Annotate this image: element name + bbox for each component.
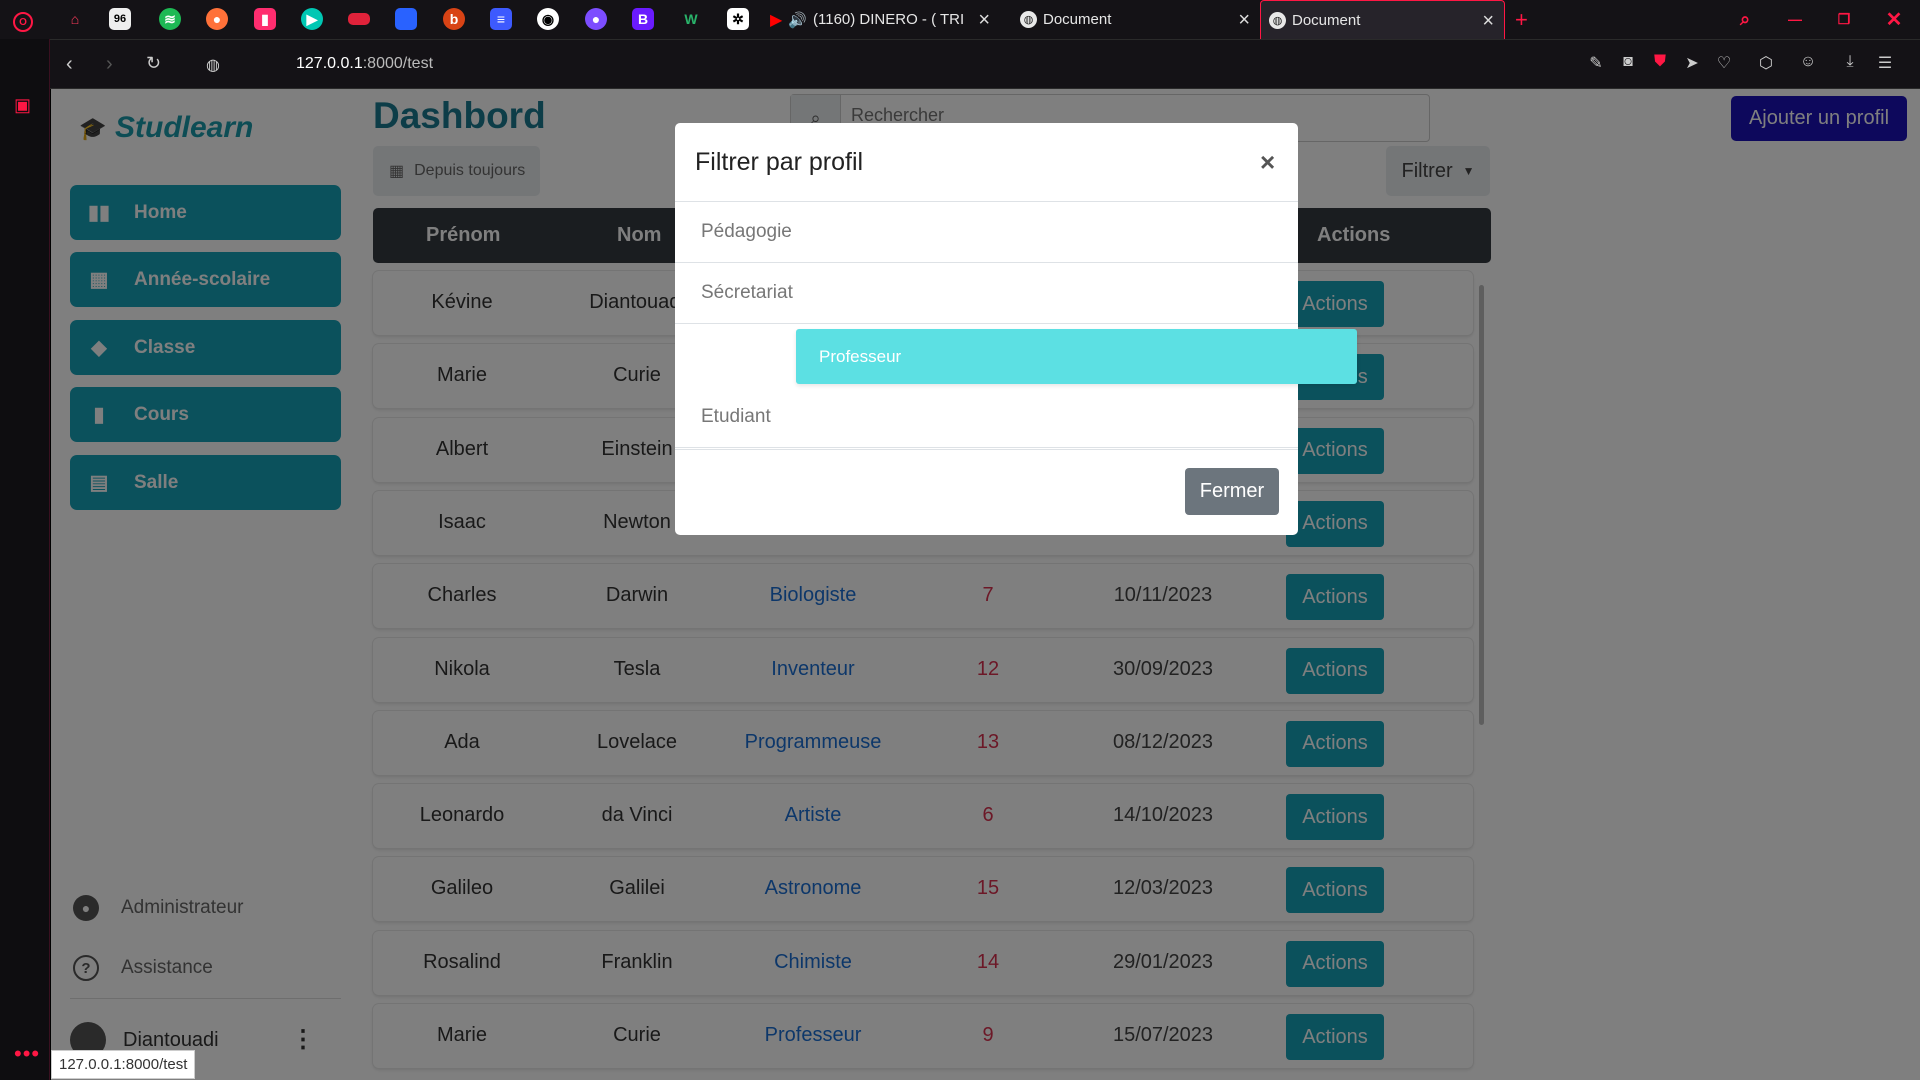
account-icon[interactable]: ☺	[1798, 53, 1818, 73]
tab-title: (1160) DINERO - ( TRI	[813, 11, 965, 28]
blue-icon[interactable]	[395, 8, 417, 30]
search-icon[interactable]: ⌕	[1734, 8, 1756, 30]
purple-circle-icon[interactable]: ●	[585, 8, 607, 30]
forward-icon[interactable]: ›	[106, 53, 113, 76]
gamepad-icon[interactable]: ⌂	[64, 8, 86, 30]
filter-modal: Filtrer par profil × Pédagogie Sécretari…	[675, 123, 1357, 535]
globe-icon: ◍	[1269, 11, 1286, 29]
browser-sidebar: ▣ •••	[0, 39, 50, 1080]
flag-icon[interactable]	[348, 13, 370, 25]
spotify-icon[interactable]: ≋	[159, 8, 181, 30]
browser-titlebar: O ⌂ 96 ≋ ● ▮ ▶ b ≡ ◉ ● B W ✲ ▶ 🔊 (1160) …	[0, 0, 1920, 39]
b-icon[interactable]: B	[632, 8, 654, 30]
close-icon[interactable]: ×	[1260, 147, 1275, 178]
chatgpt-icon[interactable]: ✲	[727, 8, 749, 30]
url-host: 127.0.0.1	[296, 55, 363, 72]
tab-title: Document	[1292, 11, 1361, 29]
filter-option-professeur[interactable]: Professeur	[796, 329, 1357, 384]
tab-youtube[interactable]: ▶ 🔊 (1160) DINERO - ( TRI ×	[770, 0, 1000, 39]
send-icon[interactable]: ➤	[1682, 53, 1702, 73]
firefox-icon[interactable]: ●	[206, 8, 228, 30]
download-icon[interactable]: ⤓	[1840, 53, 1860, 73]
close-tab-icon[interactable]: ×	[1238, 9, 1250, 32]
menu-icon[interactable]: ☰	[1875, 53, 1895, 73]
filter-option-etudiant[interactable]: Etudiant	[675, 387, 1298, 448]
camera-icon[interactable]: ◙	[1618, 53, 1638, 73]
more-icon[interactable]: •••	[14, 1041, 40, 1067]
filter-option-pedagogie[interactable]: Pédagogie	[675, 202, 1298, 263]
heart-icon[interactable]: ♡	[1714, 53, 1734, 73]
address-bar: ‹ › ↻ ◍ 127.0.0.1:8000/test ✎ ◙ ⛊ ➤ ♡ ⬡ …	[50, 39, 1920, 89]
youtube-icon: ▶	[770, 11, 783, 29]
opera-logo-icon[interactable]: O	[13, 12, 33, 32]
shield-icon[interactable]: ⛊	[1650, 53, 1670, 73]
github-icon[interactable]: ◉	[537, 8, 559, 30]
edit-icon[interactable]: ✎	[1586, 53, 1606, 73]
gradient-icon[interactable]: ≡	[490, 8, 512, 30]
pink-icon[interactable]: ▮	[254, 8, 276, 30]
close-modal-button[interactable]: Fermer	[1185, 468, 1279, 515]
tab-title: Document	[1043, 11, 1112, 28]
tab-document-1[interactable]: ◍ Document ×	[1020, 0, 1260, 39]
cube-icon[interactable]: ⬡	[1756, 53, 1776, 73]
bag-icon[interactable]: ▣	[14, 95, 31, 116]
tab-document-active[interactable]: ◍ Document ×	[1260, 0, 1505, 39]
modal-title: Filtrer par profil	[695, 148, 864, 176]
globe-icon: ◍	[1020, 11, 1037, 28]
modal-footer-divider	[675, 449, 1298, 450]
bottle-icon[interactable]: b	[443, 8, 465, 30]
close-window-icon[interactable]: ✕	[1883, 8, 1905, 31]
96-icon[interactable]: 96	[109, 8, 131, 30]
close-tab-icon[interactable]: ×	[1482, 10, 1494, 33]
site-info-icon[interactable]: ◍	[206, 55, 220, 75]
speaker-icon[interactable]: 🔊	[788, 11, 807, 29]
play-icon[interactable]: ▶	[301, 8, 323, 30]
reload-icon[interactable]: ↻	[146, 53, 161, 74]
filter-option-secretariat[interactable]: Sécretariat	[675, 263, 1298, 324]
new-tab-button[interactable]: +	[1515, 0, 1528, 39]
w-icon[interactable]: W	[680, 8, 702, 30]
url-path: :8000/test	[362, 55, 434, 72]
restore-icon[interactable]: ❐	[1833, 8, 1855, 30]
minimize-icon[interactable]: —	[1784, 8, 1806, 30]
status-bar-url: 127.0.0.1:8000/test	[51, 1050, 196, 1079]
page-viewport: 🎓 Studlearn ▮▮ Home ▦ Année-scolaire ◆ C…	[51, 89, 1920, 1080]
back-icon[interactable]: ‹	[66, 53, 73, 76]
url-field[interactable]: 127.0.0.1:8000/test	[296, 55, 433, 73]
close-tab-icon[interactable]: ×	[978, 9, 990, 32]
